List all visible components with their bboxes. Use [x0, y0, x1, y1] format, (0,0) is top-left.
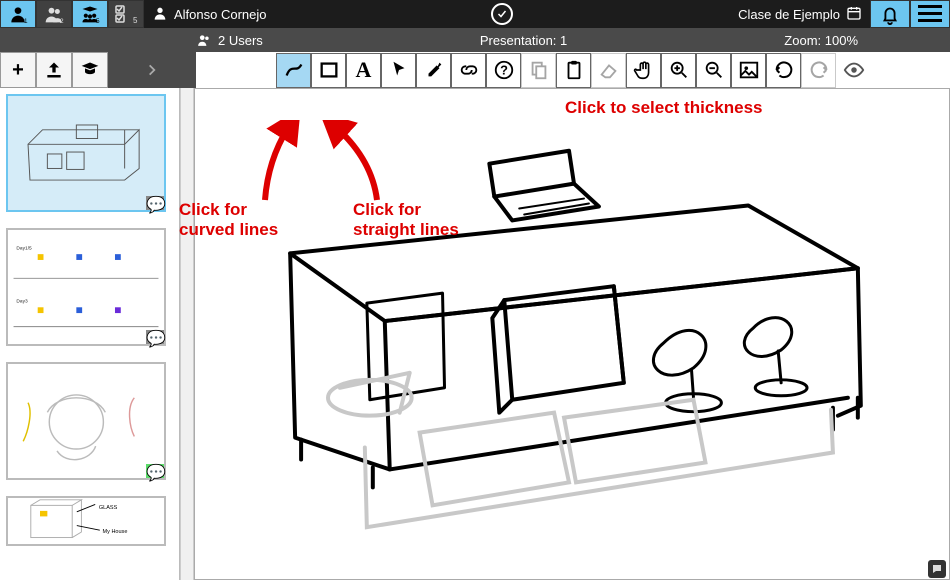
redo-tool[interactable] — [801, 53, 836, 88]
pan-tool[interactable] — [626, 53, 661, 88]
mode-class[interactable]: 5 — [72, 0, 108, 28]
rectangle-tool[interactable] — [311, 53, 346, 88]
chat-button[interactable] — [928, 560, 946, 578]
undo-tool[interactable] — [766, 53, 801, 88]
svg-text:GLASS: GLASS — [99, 505, 118, 511]
graduate-button[interactable] — [72, 52, 108, 88]
slide-panel: 1 💬 Day1/5Day3 2 💬 3 💬 GLASSMy House — [0, 88, 180, 580]
presentation-label: Presentation: 1 — [263, 33, 785, 48]
user-header: Alfonso Cornejo — [152, 5, 267, 24]
calendar-icon — [846, 5, 862, 24]
text-tool[interactable]: A — [346, 53, 381, 88]
zoom-in-tool[interactable] — [661, 53, 696, 88]
mode-two-users[interactable]: 2 — [36, 0, 72, 28]
eyedropper-tool[interactable] — [416, 53, 451, 88]
help-tool[interactable]: ? — [486, 53, 521, 88]
svg-text:Day3: Day3 — [16, 298, 28, 304]
eraser-tool[interactable] — [591, 53, 626, 88]
annotation-straight: Click for straight lines — [353, 200, 459, 241]
zoom-label: Zoom: 100% — [784, 33, 950, 48]
paste-tool[interactable] — [556, 53, 591, 88]
slide-thumb-2[interactable]: Day1/5Day3 2 💬 — [6, 228, 166, 346]
annotation-thickness: Click to select thickness — [565, 98, 762, 118]
class-header: Clase de Ejemplo — [738, 5, 862, 24]
pointer-tool[interactable] — [381, 53, 416, 88]
copy-tool[interactable] — [521, 53, 556, 88]
info-bar: 2 Users Presentation: 1 Zoom: 100% — [0, 28, 950, 52]
expand-panel[interactable] — [108, 52, 196, 88]
slide-thumb-4[interactable]: GLASS My House — [6, 496, 166, 546]
add-slide-button[interactable]: + — [0, 52, 36, 88]
upload-slide-button[interactable] — [36, 52, 72, 88]
slide-thumb-1[interactable]: 1 💬 — [6, 94, 166, 212]
notifications-button[interactable] — [870, 0, 910, 28]
users-count: 2 Users — [196, 33, 263, 48]
svg-text:5: 5 — [133, 16, 138, 24]
svg-text:Day1/5: Day1/5 — [16, 245, 32, 251]
mode-checklist[interactable]: 5 — [108, 0, 144, 28]
annotation-curved: Click for curved lines — [179, 200, 278, 241]
user-icon — [152, 5, 168, 24]
slide-scrollbar[interactable] — [180, 88, 194, 580]
class-name: Clase de Ejemplo — [738, 7, 840, 22]
chat-icon: 💬 — [146, 329, 166, 349]
link-tool[interactable] — [451, 53, 486, 88]
visibility-tool[interactable] — [836, 53, 871, 88]
curve-tool[interactable] — [276, 53, 311, 88]
whiteboard-canvas[interactable] — [194, 88, 950, 580]
toolbar: + A ? — [0, 52, 950, 88]
top-bar: 1 2 5 5 Alfonso Cornejo Clase de Ejemplo — [0, 0, 950, 28]
hamburger-menu[interactable] — [910, 0, 950, 28]
mode-single-user[interactable]: 1 — [0, 0, 36, 28]
drawing-content — [195, 89, 949, 579]
slide-thumb-3[interactable]: 3 💬 — [6, 362, 166, 480]
svg-text:?: ? — [500, 63, 508, 78]
svg-text:2: 2 — [60, 18, 64, 24]
slide-tools: + — [0, 52, 196, 88]
svg-text:5: 5 — [96, 18, 100, 24]
verified-icon — [491, 3, 513, 25]
svg-text:1: 1 — [24, 18, 28, 24]
image-tool[interactable] — [731, 53, 766, 88]
chat-icon: 💬 — [146, 195, 166, 215]
chat-icon: 💬 — [146, 463, 166, 483]
zoom-out-tool[interactable] — [696, 53, 731, 88]
drawing-tools: A ? — [196, 52, 950, 88]
svg-text:My House: My House — [103, 529, 128, 535]
users-count-label: 2 Users — [218, 33, 263, 48]
user-name: Alfonso Cornejo — [174, 7, 267, 22]
mode-buttons: 1 2 5 5 — [0, 0, 144, 28]
